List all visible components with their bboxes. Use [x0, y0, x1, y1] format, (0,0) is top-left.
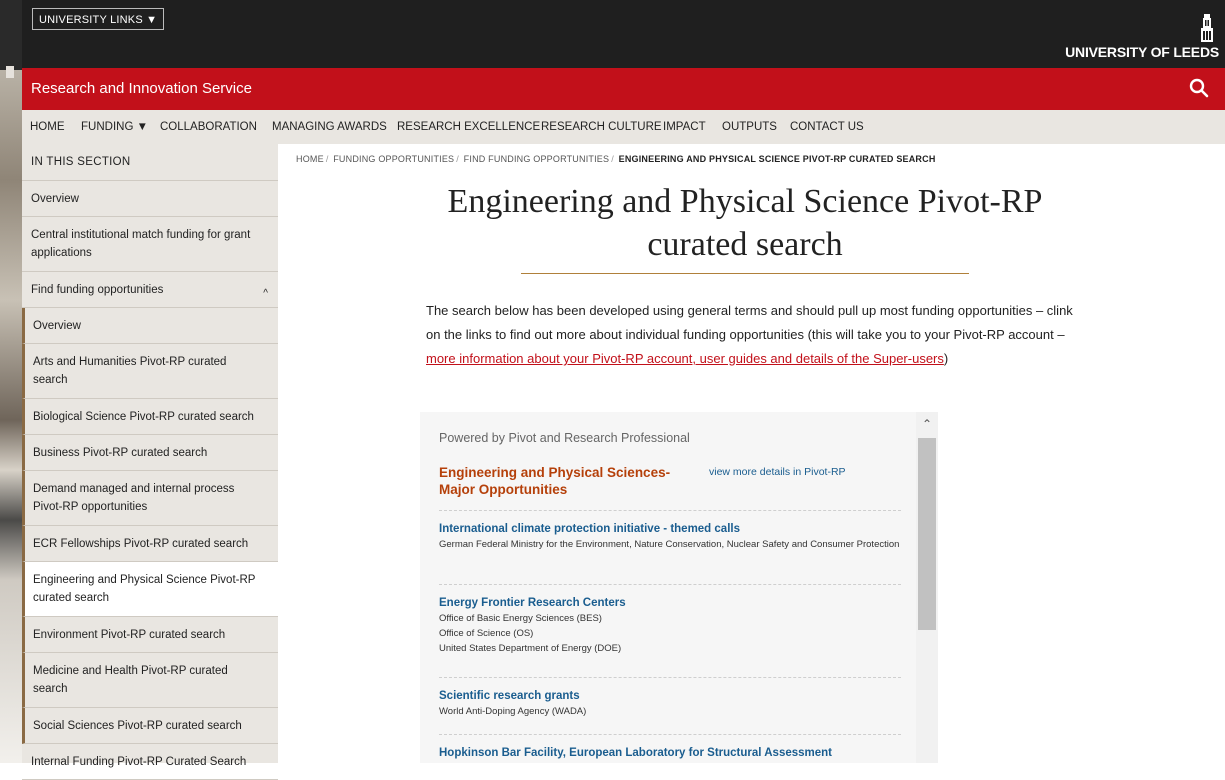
intro-end: ) — [943, 351, 949, 366]
widget-scrollbar[interactable]: ⌃ — [916, 412, 938, 763]
breadcrumb-separator: / — [611, 154, 614, 164]
university-links-dropdown[interactable]: UNIVERSITY LINKS ▼ — [32, 8, 165, 30]
chevron-up-icon[interactable]: ^ — [263, 285, 268, 303]
nav-item-collaboration[interactable]: COLLABORATION — [160, 110, 257, 144]
sidebar-subitem-medicine-health[interactable]: Medicine and Health Pivot-RP curated sea… — [22, 653, 278, 708]
sidebar-item-internal-funding[interactable]: Internal Funding Pivot-RP Curated Search — [22, 744, 278, 780]
university-tower-logo-icon — [1201, 14, 1213, 42]
sidebar-item-label: Internal Funding Pivot-RP Curated Search — [31, 755, 247, 768]
nav-item-home[interactable]: HOME — [30, 110, 65, 144]
opportunity-sponsor: German Federal Ministry for the Environm… — [439, 539, 900, 550]
sidebar-item-label: ECR Fellowships Pivot-RP curated search — [33, 537, 249, 550]
opportunity-item: Energy Frontier Research Centers Office … — [439, 584, 901, 656]
breadcrumb-current: ENGINEERING AND PHYSICAL SCIENCE PIVOT-R… — [618, 154, 936, 164]
page-title: Engineering and Physical Science Pivot-R… — [447, 183, 1043, 263]
nav-item-managing-awards[interactable]: MANAGING AWARDS — [272, 110, 387, 144]
nav-item-contact-us[interactable]: CONTACT US — [790, 110, 864, 144]
sidebar-item-label: Business Pivot-RP curated search — [33, 446, 208, 459]
sidebar-item-label: Find funding opportunities — [31, 283, 164, 296]
opportunity-title-link[interactable]: International climate protection initiat… — [439, 523, 901, 535]
sidebar-item-label: Social Sciences Pivot-RP curated search — [33, 719, 242, 732]
sidebar-item-label: Overview — [33, 319, 81, 332]
breadcrumb-separator: / — [325, 154, 329, 164]
sidebar-subitem-biological-science[interactable]: Biological Science Pivot-RP curated sear… — [22, 399, 278, 435]
sidebar-item-find-funding[interactable]: Find funding opportunities ^ — [22, 272, 278, 308]
sidebar-item-label: Central institutional match funding for … — [31, 229, 251, 259]
sidebar-item-label: Environment Pivot-RP curated search — [33, 628, 226, 641]
title-divider — [521, 273, 969, 274]
sidebar-item-label: Medicine and Health Pivot-RP curated sea… — [33, 665, 228, 695]
breadcrumb-funding-opportunities[interactable]: FUNDING OPPORTUNITIES — [333, 154, 454, 164]
opportunity-title-link[interactable]: Scientific research grants — [439, 690, 901, 702]
nav-item-funding[interactable]: FUNDING ▼ — [81, 110, 148, 144]
top-bar: UNIVERSITY LINKS ▼ UNIVERSITY OF LEEDS — [22, 0, 1225, 68]
breadcrumb-separator: / — [456, 154, 459, 164]
opportunity-title-link[interactable]: Energy Frontier Research Centers — [439, 597, 901, 609]
sidebar-item-label: Engineering and Physical Science Pivot-R… — [33, 574, 256, 604]
background-photo — [0, 0, 22, 763]
view-more-details-link[interactable]: view more details in Pivot-RP — [709, 466, 846, 478]
intro-paragraph: The search below has been developed usin… — [426, 299, 1076, 371]
main-navigation: HOME FUNDING ▼ COLLABORATION MANAGING AW… — [22, 110, 1225, 144]
scroll-up-arrow-icon[interactable]: ⌃ — [919, 416, 935, 432]
category-title: Engineering and Physical Sciences- Major… — [439, 465, 671, 497]
sidebar-subitem-social-sciences[interactable]: Social Sciences Pivot-RP curated search — [22, 708, 278, 744]
opportunity-title-link[interactable]: Hopkinson Bar Facility, European Laborat… — [439, 747, 901, 759]
breadcrumb-find-funding[interactable]: FIND FUNDING OPPORTUNITIES — [464, 154, 610, 164]
nav-item-research-excellence[interactable]: RESEARCH EXCELLENCE — [397, 110, 540, 144]
site-title[interactable]: Research and Innovation Service — [31, 80, 252, 97]
sidebar-subitem-arts-humanities[interactable]: Arts and Humanities Pivot-RP curated sea… — [22, 344, 278, 399]
sidebar-subitem-environment[interactable]: Environment Pivot-RP curated search — [22, 617, 278, 653]
opportunity-sponsor: World Anti-Doping Agency (WADA) — [439, 706, 587, 717]
opportunity-item: Hopkinson Bar Facility, European Laborat… — [439, 734, 901, 759]
sidebar-subitem-ecr-fellowships[interactable]: ECR Fellowships Pivot-RP curated search — [22, 526, 278, 562]
sidebar-heading: IN THIS SECTION — [22, 144, 278, 181]
sidebar-item-label: Demand managed and internal process Pivo… — [33, 483, 235, 513]
intro-text: The search below has been developed usin… — [426, 303, 1073, 342]
nav-item-research-culture[interactable]: RESEARCH CULTURE — [541, 110, 662, 144]
scrollbar-thumb[interactable] — [918, 438, 936, 630]
sidebar-subitem-business[interactable]: Business Pivot-RP curated search — [22, 435, 278, 471]
sidebar-subitem-demand-managed[interactable]: Demand managed and internal process Pivo… — [22, 471, 278, 526]
breadcrumb: HOME / FUNDING OPPORTUNITIES / FIND FUNDIN… — [296, 154, 936, 164]
section-sidebar: IN THIS SECTION Overview Central institu… — [22, 144, 278, 780]
opportunity-item: Scientific research grants World Anti-Do… — [439, 677, 901, 719]
nav-item-outputs[interactable]: OUTPUTS — [722, 110, 777, 144]
search-icon[interactable] — [1189, 78, 1209, 98]
pivot-account-info-link[interactable]: more information about your Pivot-RP acc… — [426, 351, 944, 366]
powered-by-text: Powered by Pivot and Research Profession… — [439, 431, 690, 445]
opportunity-item: International climate protection initiat… — [439, 510, 901, 552]
opportunity-sponsor: United States Department of Energy (DOE) — [439, 643, 622, 654]
sidebar-item-match-funding[interactable]: Central institutional match funding for … — [22, 217, 278, 272]
sidebar-item-label: Overview — [31, 192, 79, 205]
nav-item-impact[interactable]: IMPACT — [663, 110, 706, 144]
pivot-search-widget: Powered by Pivot and Research Profession… — [420, 412, 938, 763]
sidebar-item-overview[interactable]: Overview — [22, 181, 278, 217]
sidebar-subitem-overview[interactable]: Overview — [22, 308, 278, 344]
university-logo-text[interactable]: UNIVERSITY OF LEEDS — [1065, 44, 1219, 60]
opportunity-sponsor: Office of Science (OS) — [439, 628, 534, 639]
site-header-bar: Research and Innovation Service — [22, 68, 1225, 110]
sidebar-item-label: Biological Science Pivot-RP curated sear… — [33, 410, 254, 423]
opportunity-sponsor: Office of Basic Energy Sciences (BES) — [439, 613, 602, 624]
breadcrumb-home[interactable]: HOME — [296, 154, 324, 164]
sidebar-subitem-engineering-physical-science[interactable]: Engineering and Physical Science Pivot-R… — [22, 562, 278, 617]
sidebar-item-label: Arts and Humanities Pivot-RP curated sea… — [33, 356, 227, 386]
